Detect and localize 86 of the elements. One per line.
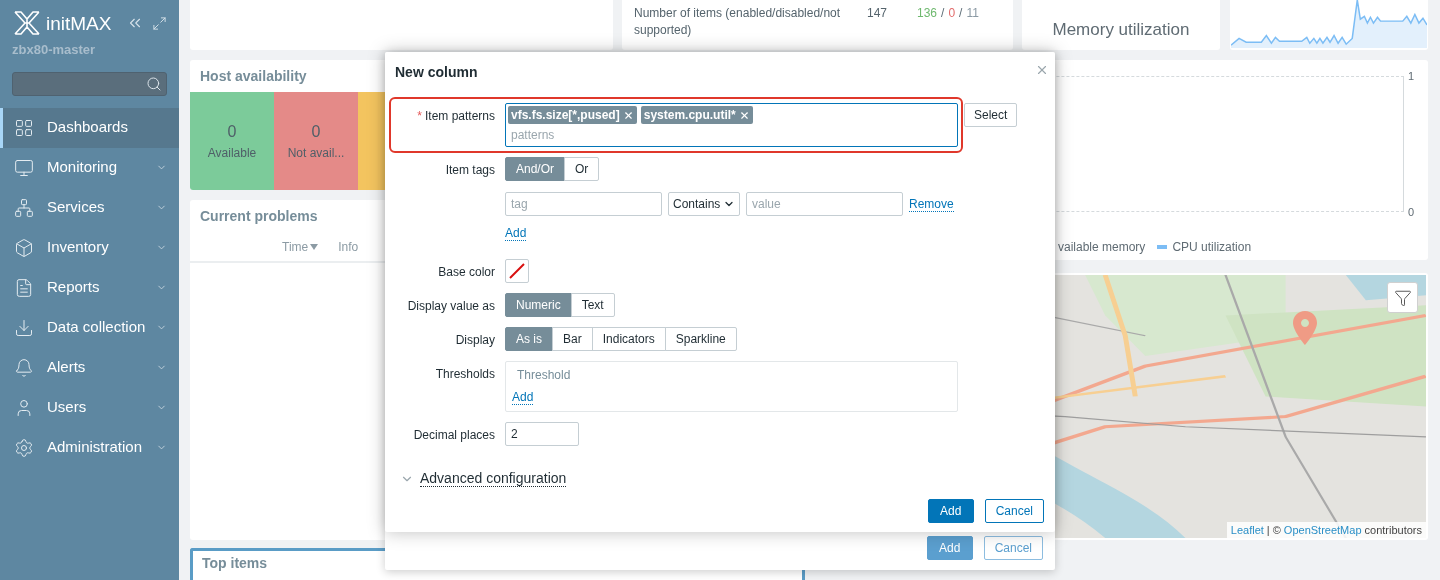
expand-icon[interactable] [152,15,167,31]
menu-item[interactable]: Users [0,387,179,428]
menu-item[interactable]: Monitoring [0,147,179,188]
status-tile[interactable]: 0 Not avail... [274,92,358,190]
remove-link[interactable]: Remove [909,196,954,212]
server-name: zbx80-master [11,41,97,59]
add-link[interactable]: Add [512,390,534,405]
metric-value: 11 [966,5,979,22]
color-swatch[interactable] [505,259,529,283]
map-pin-icon[interactable] [1293,311,1317,345]
tile-count: 0 [311,122,321,142]
cancel-button[interactable]: Cancel [984,499,1044,523]
metric-label: Number of items (enabled/disabled/not supported) [634,5,842,39]
column-header: Threshold [517,367,571,384]
legend-label: vailable memory [1058,239,1146,256]
field-label: Display [455,332,495,349]
dialog-title: New column [395,63,478,82]
field-label: Base color [438,264,495,281]
column-header[interactable]: Time [282,237,319,256]
value-field[interactable]: value [746,192,903,216]
axis-label: 1 [1408,69,1416,84]
search-field[interactable] [12,71,167,96]
segment-button[interactable]: Sparkline [664,327,737,351]
chip-label: system.cpu.util* [643,107,736,124]
logo-icon [13,10,41,36]
segment-button[interactable]: As is [505,327,553,351]
required-mark: * [417,108,422,125]
no-color-icon [508,262,526,280]
sort-icon [310,243,319,250]
field-placeholder: patterns [510,127,556,144]
add-button[interactable]: Add [927,499,974,523]
remove-icon[interactable] [738,109,750,121]
segment-button[interactable]: Numeric [505,293,572,317]
add-button[interactable]: Add [926,536,973,560]
metric-value: 0 [948,5,956,22]
segment-button[interactable]: And/Or [505,157,565,181]
pattern-field[interactable]: vfs.fs.size[*,pused] system.cpu.util* patterns [505,103,958,147]
menu-item[interactable]: Dashboards [0,107,179,148]
attribution-text: | © [1266,523,1281,538]
segment-button[interactable]: Or [564,157,600,181]
tag-field[interactable]: tag [505,192,662,216]
widget-title: Top items [202,554,268,573]
chip-label: vfs.fs.size[*,pused] [511,107,620,124]
brand-logo-text: initMAX [46,13,112,33]
menu-item[interactable]: Reports [0,267,179,308]
field-label: Thresholds [435,366,495,383]
decimal-field[interactable]: 2 [505,422,579,446]
remove-icon[interactable] [622,109,634,121]
attribution-link[interactable]: Leaflet [1230,522,1264,538]
attribution-link[interactable]: OpenStreetMap [1283,522,1362,538]
metric-value: / [959,5,963,22]
axis-label: 0 [1408,204,1416,220]
segment-button[interactable]: Indicators [591,327,666,351]
attribution-text: contributors [1364,523,1422,538]
field-label: Item tags [445,162,495,179]
tile-count: 0 [227,122,237,142]
operator-select[interactable]: Contains [668,192,740,216]
segment-button[interactable]: Bar [552,327,593,351]
cancel-button[interactable]: Cancel [983,536,1043,560]
widget-title: Current problems [200,206,318,226]
column-header[interactable]: Info [338,237,359,256]
metric-total: 147 [867,5,889,22]
filter-button[interactable] [1387,282,1418,313]
widget-title: Memory utilization [1052,18,1190,41]
status-tile[interactable]: 0 Available [190,92,274,190]
section-label: Advanced configuration [420,470,567,487]
tile-label: Available [207,145,257,162]
menu-item[interactable]: Alerts [0,347,179,388]
menu-item[interactable]: Administration [0,427,179,468]
field-label: Item patterns [424,108,495,125]
widget-title: Host availability [200,66,307,86]
menu-item[interactable]: Data collection [0,307,179,348]
metric-value: 136 [917,5,938,22]
menu-item[interactable]: Services [0,187,179,228]
field-label: Display value as [407,298,495,315]
field-label: Decimal places [413,427,495,444]
select-button[interactable]: Select [964,103,1018,127]
metric-value: / [941,5,945,22]
filter-icon [1393,288,1412,307]
menu-item[interactable]: Inventory [0,227,179,268]
legend-label: CPU utilization [1172,239,1252,256]
advanced-toggle[interactable]: Advanced configuration [400,470,1045,487]
segment-button[interactable]: Text [570,293,615,317]
search-icon [146,75,162,92]
tile-label: Not avail... [287,145,345,162]
add-link[interactable]: Add [505,226,527,241]
